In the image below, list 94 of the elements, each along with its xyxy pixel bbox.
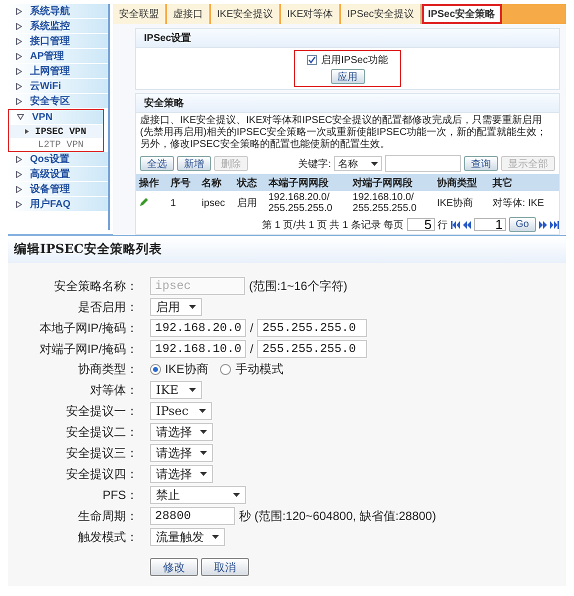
field-label: PFS： bbox=[102, 486, 138, 504]
select-field[interactable]: 名称 bbox=[334, 156, 382, 171]
radio-label: 手动模式 bbox=[235, 361, 284, 378]
select-field[interactable]: 请选择 bbox=[150, 444, 213, 462]
select-field[interactable]: 启用 bbox=[150, 298, 202, 316]
select-field[interactable]: 请选择 bbox=[150, 465, 213, 483]
pagination-text: 行 bbox=[438, 218, 448, 232]
radio-button[interactable] bbox=[220, 364, 232, 375]
button[interactable]: 取消 bbox=[201, 558, 249, 576]
field-label: 安全提议三： bbox=[65, 444, 138, 462]
sidebar-subitem[interactable]: IPSEC VPN bbox=[9, 125, 103, 138]
table-cell-text: 192.168.20.0/ bbox=[268, 192, 331, 203]
pencil-icon[interactable] bbox=[139, 196, 149, 206]
table-cell-text: 255.255.255.0 bbox=[352, 203, 418, 214]
input-field[interactable]: 255.255.255.0 bbox=[257, 340, 368, 358]
tab[interactable]: 安全联盟 bbox=[113, 4, 166, 24]
column-header: 状态 bbox=[234, 174, 266, 191]
field-label: 安全提议二： bbox=[65, 424, 138, 440]
table-cell: IKE协商 bbox=[434, 191, 490, 215]
caret-icon bbox=[199, 409, 206, 413]
column-header: 协商类型 bbox=[434, 174, 490, 191]
column-header: 操作 bbox=[136, 174, 168, 191]
field-label: 安全提议四： bbox=[65, 466, 138, 482]
field-label: 是否启用： bbox=[77, 298, 138, 316]
tab[interactable]: 虚接口 bbox=[167, 4, 210, 24]
caret-icon bbox=[212, 535, 219, 539]
column-header: 对端子网网段 bbox=[350, 174, 434, 191]
select-field[interactable]: IKE bbox=[150, 381, 202, 399]
caret-icon bbox=[200, 451, 207, 455]
page-field[interactable]: 1 bbox=[474, 218, 506, 231]
table-cell: 对等体: IKE bbox=[489, 191, 559, 215]
last-page-icon[interactable] bbox=[550, 220, 559, 228]
button[interactable]: Go bbox=[508, 217, 536, 232]
field-label: 生命周期： bbox=[77, 508, 138, 524]
select-field[interactable]: 请选择 bbox=[150, 423, 213, 441]
field-label: 对端子网IP/掩码： bbox=[38, 340, 138, 358]
field-label: 安全提议一： bbox=[65, 402, 138, 420]
button[interactable]: 查询 bbox=[464, 156, 498, 171]
column-header: 其它 bbox=[489, 174, 559, 191]
pagination-text: 第 1 页/共 1 页 共 1 条记录 每页 bbox=[262, 218, 404, 232]
field-label: 安全策略名称： bbox=[53, 278, 138, 294]
checkbox[interactable] bbox=[307, 55, 318, 65]
table-cell-text: 255.255.255.0 bbox=[268, 203, 334, 214]
form-title: 编辑IPSEC安全策略列表 bbox=[8, 236, 566, 263]
separator-text: / bbox=[250, 342, 254, 356]
button[interactable]: 应用 bbox=[330, 69, 364, 84]
per-page-field[interactable]: 5 bbox=[406, 218, 435, 231]
radio-button[interactable] bbox=[150, 364, 161, 375]
field-label: 协商类型： bbox=[77, 361, 138, 378]
input-field[interactable]: 192.168.10.0 bbox=[150, 340, 246, 358]
field-label: 本地子网IP/掩码： bbox=[38, 320, 138, 336]
tab[interactable]: IPSec安全策略 bbox=[422, 4, 502, 24]
radio-label: IKE协商 bbox=[165, 361, 208, 378]
caret-icon bbox=[189, 305, 196, 309]
field-label: 触发模式： bbox=[77, 528, 138, 546]
tab[interactable]: IPSec安全提议 bbox=[341, 4, 421, 24]
panel-title: IPSec设置 bbox=[136, 29, 559, 48]
triangle-right-icon bbox=[25, 129, 29, 134]
select-field[interactable]: 禁止 bbox=[150, 486, 246, 504]
table-cell: 启用 bbox=[234, 191, 266, 215]
first-page-icon[interactable] bbox=[450, 220, 460, 228]
sidebar-subitem[interactable]: L2TP VPN bbox=[9, 138, 103, 151]
separator-text: / bbox=[250, 321, 254, 335]
input-field[interactable]: 192.168.20.0 bbox=[150, 319, 246, 337]
input-field[interactable]: 255.255.255.0 bbox=[257, 319, 368, 337]
tab[interactable]: IKE对等体 bbox=[281, 4, 340, 24]
caret-icon bbox=[200, 430, 207, 434]
hint-text: (范围:1~16个字符) bbox=[249, 278, 348, 294]
field-label: 对等体： bbox=[89, 382, 138, 398]
tab[interactable]: IKE安全提议 bbox=[211, 4, 280, 24]
button[interactable]: 新增 bbox=[177, 156, 211, 171]
column-header: 序号 bbox=[167, 174, 199, 191]
caret-icon bbox=[200, 472, 207, 476]
hint-text: 秒 (范围:120~604800, 缺省值:28800) bbox=[239, 508, 436, 524]
checkbox-label: 启用IPSec功能 bbox=[321, 54, 388, 67]
previous-page-icon[interactable] bbox=[462, 220, 471, 228]
next-page-icon[interactable] bbox=[539, 220, 547, 228]
button[interactable]: 修改 bbox=[150, 558, 198, 576]
note-text: 虚接口、IKE安全提议、IKE对等体和IPSEC安全提议的配置都修改完成后，只需要重新启用(先禁用再启用)相关的IPSEC安全策略一次或重新使能IPSEC功能一次，新的配置就能生效；另外，修改IPSEC安全策略的配置也能使新的配置生效。 bbox=[139, 114, 548, 152]
select-field[interactable]: IPsec bbox=[150, 402, 212, 420]
button[interactable]: 全选 bbox=[140, 156, 174, 171]
keyword-field[interactable] bbox=[385, 155, 461, 172]
caret-icon bbox=[189, 388, 196, 392]
table-cell-text: 192.168.10.0/ bbox=[352, 192, 415, 203]
keyword-label: 关键字: bbox=[298, 158, 331, 170]
table-cell: 1 bbox=[167, 191, 199, 215]
caret-icon bbox=[233, 493, 240, 497]
table-cell: ipsec bbox=[198, 191, 234, 215]
column-header: 名称 bbox=[198, 174, 234, 191]
panel-title: 安全策略 bbox=[136, 94, 559, 113]
select-field[interactable]: 流量触发 bbox=[150, 528, 225, 546]
caret-icon bbox=[371, 162, 378, 166]
input-field[interactable]: 28800 bbox=[150, 507, 235, 525]
column-header: 本端子网网段 bbox=[265, 174, 350, 191]
